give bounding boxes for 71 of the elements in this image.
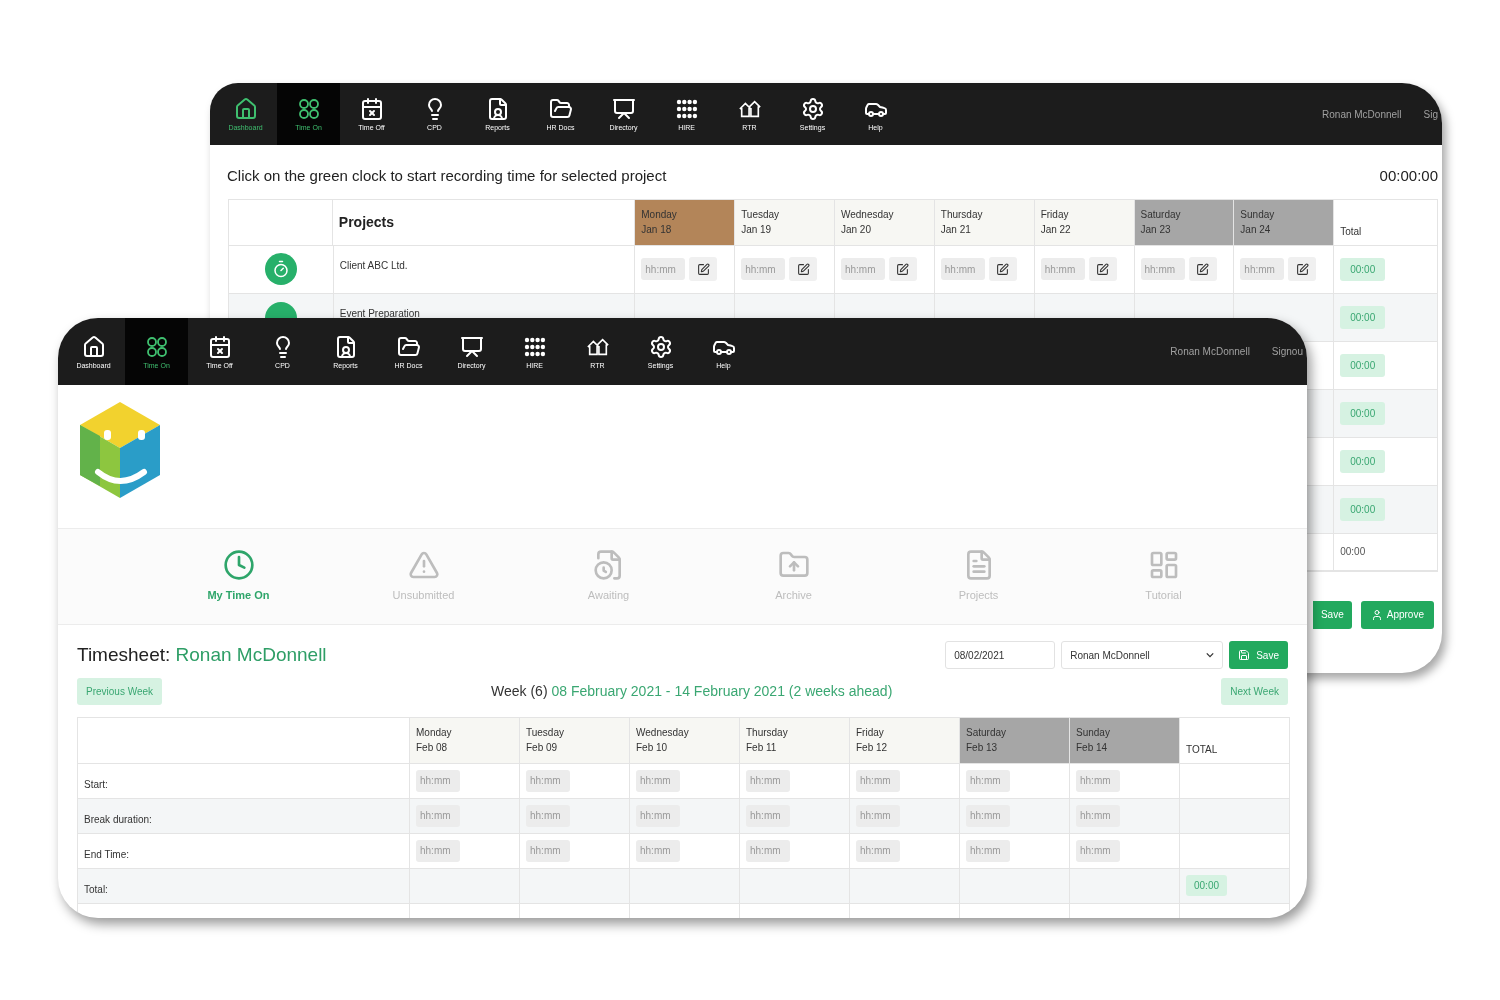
time-input[interactable]: hh:mm [856, 769, 900, 792]
total-text: 00:00 [1340, 545, 1366, 559]
date-field[interactable]: 08/02/2021 [945, 641, 1056, 670]
employee-name: Ronan McDonnell [175, 644, 327, 665]
project-name: Client ABC Ltd. [339, 259, 408, 271]
time-input[interactable]: hh:mm [416, 839, 460, 862]
day-header: Saturday Feb 13 [959, 717, 1069, 763]
time-input[interactable]: hh:mm [840, 258, 885, 280]
day-header: Tuesday Feb 09 [519, 717, 629, 763]
time-input[interactable]: hh:mm [966, 839, 1010, 862]
time-input[interactable]: hh:mm [636, 839, 680, 862]
time-input[interactable]: hh:mm [1240, 258, 1285, 280]
day-header: Monday Feb 08 [409, 717, 519, 763]
day-header: Wednesday Feb 10 [629, 717, 739, 763]
time-input[interactable]: hh:mm [746, 839, 790, 862]
row-label: Total: [84, 883, 108, 895]
instruction-text: Click on the green clock to start recording time for selected project [227, 166, 667, 186]
day-header: Thursday Feb 11 [739, 717, 849, 763]
total-badge: 00:00 [1340, 449, 1386, 473]
row-label: Break duration: [84, 813, 152, 825]
day-header: Friday Feb 12 [849, 717, 959, 763]
time-input[interactable]: hh:mm [741, 258, 786, 280]
employee-select[interactable]: Ronan McDonnell [1061, 641, 1224, 670]
week-range: 08 February 2021 - 14 February 2021 (2 weeks ahead) [551, 682, 893, 699]
column-header: Total [1340, 224, 1362, 239]
time-input[interactable]: hh:mm [416, 804, 460, 827]
week-number: Week (6) [491, 682, 548, 699]
user-name: Ronan McDonnell [1322, 107, 1402, 122]
row-label: End Time: [84, 848, 130, 860]
day-header: Sunday Jan 24 [1233, 199, 1334, 245]
time-input[interactable]: hh:mm [746, 804, 790, 827]
time-input[interactable]: hh:mm [416, 769, 460, 792]
day-header: Friday Jan 22 [1033, 199, 1134, 245]
total-badge: 00:00 [1186, 875, 1228, 896]
time-input[interactable]: hh:mm [636, 769, 680, 792]
time-input[interactable]: hh:mm [966, 769, 1010, 792]
day-header: Wednesday Jan 20 [833, 199, 934, 245]
time-input[interactable]: hh:mm [1040, 258, 1085, 280]
time-input[interactable]: hh:mm [636, 804, 680, 827]
time-input[interactable]: hh:mm [940, 258, 985, 280]
signout-link[interactable]: Sig [1423, 106, 1438, 122]
time-input[interactable]: hh:mm [966, 804, 1010, 827]
time-input[interactable]: hh:mm [856, 804, 900, 827]
time-input[interactable]: hh:mm [526, 769, 570, 792]
timer-text: 00:00:00 [1379, 166, 1438, 186]
time-input[interactable]: hh:mm [746, 769, 790, 792]
day-header: Sunday Feb 14 [1069, 717, 1179, 763]
column-header: TOTAL [1186, 742, 1218, 757]
total-badge: 00:00 [1340, 497, 1386, 521]
time-input[interactable]: hh:mm [1140, 258, 1185, 280]
project-name: Event Preparation [339, 307, 420, 319]
column-header: Projects [338, 212, 395, 232]
total-badge: 00:00 [1340, 401, 1386, 425]
timesheet-title: Timesheet: [77, 644, 171, 665]
time-input[interactable]: hh:mm [526, 839, 570, 862]
time-input[interactable]: hh:mm [856, 839, 900, 862]
row-label: Start: [84, 778, 108, 790]
user-name: Ronan McDonnell [1170, 345, 1250, 359]
total-badge: 00:00 [1340, 257, 1386, 281]
time-input[interactable]: hh:mm [1076, 839, 1120, 862]
day-header: Monday Jan 18 [634, 199, 735, 245]
total-badge: 00:00 [1340, 353, 1386, 377]
day-header: Thursday Jan 21 [933, 199, 1034, 245]
time-input[interactable]: hh:mm [1076, 769, 1120, 792]
day-header: Saturday Jan 23 [1133, 199, 1234, 245]
time-input[interactable]: hh:mm [526, 804, 570, 827]
day-header: Tuesday Jan 19 [734, 199, 834, 245]
time-input[interactable]: hh:mm [641, 258, 686, 280]
signout-link[interactable]: Signou [1271, 344, 1303, 359]
time-input[interactable]: hh:mm [1076, 804, 1120, 827]
total-badge: 00:00 [1340, 305, 1386, 329]
